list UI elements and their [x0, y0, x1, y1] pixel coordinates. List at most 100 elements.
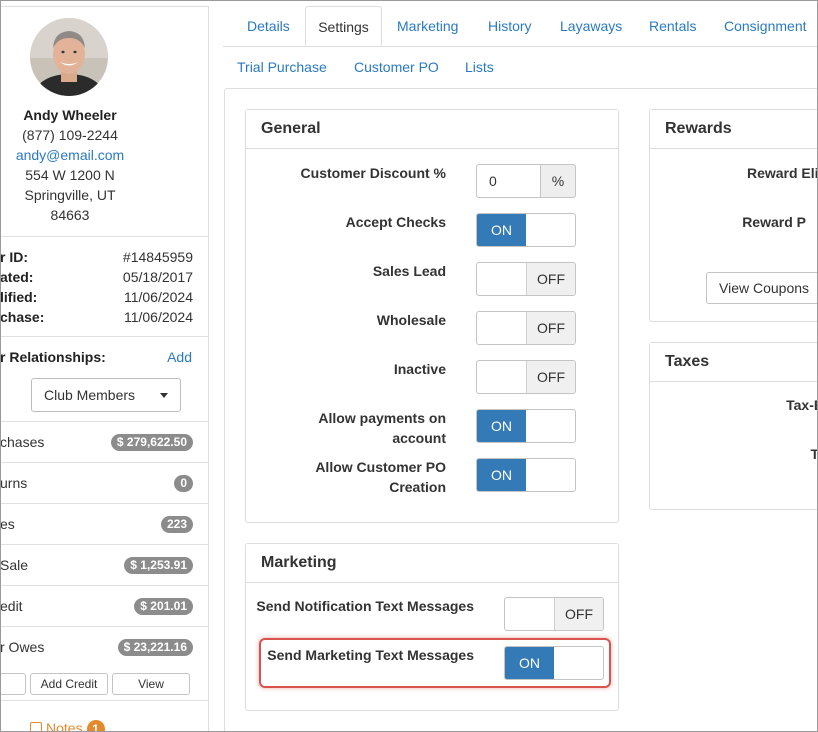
toggle-state: OFF — [554, 598, 603, 630]
customer-zip: 84663 — [50, 207, 90, 223]
label-line: Allow Customer PO — [315, 459, 446, 475]
relationships-label: r Relationships: — [0, 349, 106, 365]
tab-details[interactable]: Details — [235, 6, 302, 46]
customer-email-link[interactable]: andy@email.com — [1, 145, 140, 165]
view-coupons-button[interactable]: View Coupons — [706, 272, 817, 304]
stat-sales: es 223 — [0, 503, 208, 544]
highlight-outline — [259, 638, 611, 688]
meta-value: #14845959 — [122, 249, 193, 265]
customer-discount-input[interactable]: 0 — [476, 164, 541, 198]
view-button[interactable]: View — [112, 673, 190, 695]
relationship-select[interactable]: Club Members — [31, 378, 181, 412]
stat-badge: $ 23,221.16 — [117, 639, 193, 656]
note-icon — [30, 722, 42, 731]
meta-last-purchase: chase: 11/06/2024 — [0, 307, 193, 327]
customer-name: Andy Wheeler — [23, 107, 117, 123]
meta-customer-id: r ID: #14845959 — [0, 247, 193, 267]
toggle-state: ON — [477, 459, 526, 491]
tab-layaways[interactable]: Layaways — [548, 6, 634, 46]
customer-sidebar: Andy Wheeler (877) 109-2244 andy@email.c… — [0, 6, 209, 732]
avatar — [30, 18, 108, 96]
meta-created: ated: 05/18/2017 — [0, 267, 193, 287]
send-notification-label: Send Notification Text Messages — [256, 598, 474, 614]
taxes-panel-title: Taxes — [650, 343, 817, 382]
customer-profile: Andy Wheeler (877) 109-2244 andy@email.c… — [1, 105, 140, 225]
notes-label: Notes — [46, 720, 83, 732]
reward-eligible-label: Reward Eligi — [746, 165, 817, 181]
inactive-label: Inactive — [393, 361, 446, 377]
meta-label: ated: — [0, 269, 34, 285]
sales-lead-label: Sales Lead — [372, 263, 446, 279]
meta-label: r ID: — [0, 249, 28, 265]
tax-exempt-label: Tax-Ex — [786, 397, 817, 413]
toggle-state: OFF — [526, 361, 575, 393]
general-panel-title: General — [246, 110, 618, 149]
allow-customer-po-toggle[interactable]: ON — [476, 458, 576, 492]
divider — [1, 700, 208, 701]
meta-value: 11/06/2024 — [123, 289, 193, 305]
stat-purchases: chases $ 279,622.50 — [0, 421, 208, 462]
stat-label: chases — [0, 434, 45, 450]
stat-returns: urns 0 — [0, 462, 208, 503]
tax-field-label: T — [701, 444, 817, 464]
toggle-state: OFF — [526, 312, 575, 344]
meta-label: chase: — [0, 309, 45, 325]
stat-label: urns — [0, 475, 28, 491]
stat-label: r Owes — [0, 639, 45, 655]
tab-consignment[interactable]: Consignment — [712, 6, 817, 46]
stat-badge: $ 279,622.50 — [110, 434, 193, 451]
caret-down-icon — [160, 393, 168, 398]
stat-badge: $ 201.01 — [134, 598, 193, 615]
add-credit-button[interactable]: Add Credit — [30, 673, 108, 695]
app-frame: Andy Wheeler (877) 109-2244 andy@email.c… — [0, 0, 818, 732]
customer-address: 554 W 1200 N — [25, 167, 115, 183]
stat-badge: 223 — [160, 516, 193, 533]
stat-label: es — [0, 516, 15, 532]
sales-lead-toggle[interactable]: OFF — [476, 262, 576, 296]
send-notification-toggle[interactable]: OFF — [504, 597, 604, 631]
stat-credit: edit $ 201.01 — [0, 585, 208, 626]
stat-badge: $ 1,253.91 — [124, 557, 193, 574]
stat-label: edit — [0, 598, 23, 614]
tab-lists[interactable]: Lists — [453, 47, 506, 87]
notes-count-badge: 1 — [86, 720, 105, 731]
tab-settings[interactable]: Settings — [305, 6, 382, 46]
accept-checks-label: Accept Checks — [345, 214, 446, 230]
customer-discount-label: Customer Discount % — [300, 165, 446, 181]
meta-modified: lified: 11/06/2024 — [0, 287, 193, 307]
stat-badge: 0 — [174, 475, 193, 492]
tab-marketing[interactable]: Marketing — [385, 6, 470, 46]
allow-customer-po-label: Allow Customer PO Creation — [251, 457, 446, 497]
add-relationship-link[interactable]: Add — [167, 347, 192, 367]
allow-payments-toggle[interactable]: ON — [476, 409, 576, 443]
stat-label: Sale — [0, 557, 29, 573]
notes-link[interactable]: Notes 1 — [30, 718, 105, 732]
toggle-state: ON — [477, 410, 526, 442]
wholesale-toggle[interactable]: OFF — [476, 311, 576, 345]
taxes-panel: Taxes — [649, 342, 817, 510]
divider — [1, 336, 208, 337]
divider — [1, 236, 208, 237]
inactive-toggle[interactable]: OFF — [476, 360, 576, 394]
tab-history[interactable]: History — [476, 6, 544, 46]
meta-value: 05/18/2017 — [122, 269, 193, 285]
tab-trial-purchase[interactable]: Trial Purchase — [225, 47, 339, 87]
allow-payments-label: Allow payments on account — [251, 408, 446, 448]
tab-customer-po[interactable]: Customer PO — [342, 47, 451, 87]
toggle-state: OFF — [526, 263, 575, 295]
stat-avg-sale: Sale $ 1,253.91 — [0, 544, 208, 585]
rewards-panel-title: Rewards — [650, 110, 817, 149]
reward-points-label: Reward P — [742, 214, 806, 230]
percent-addon: % — [540, 164, 576, 198]
meta-label: lified: — [0, 289, 38, 305]
accept-checks-toggle[interactable]: ON — [476, 213, 576, 247]
relationship-select-value: Club Members — [44, 387, 136, 403]
wholesale-label: Wholesale — [376, 312, 446, 328]
label-line: Creation — [389, 479, 446, 495]
customer-city-state: Springville, UT — [24, 187, 116, 203]
tab-rentals[interactable]: Rentals — [637, 6, 708, 46]
pay-button[interactable] — [1, 673, 26, 695]
marketing-panel-title: Marketing — [246, 544, 618, 583]
label-line: account — [392, 430, 446, 446]
toggle-state: ON — [477, 214, 526, 246]
